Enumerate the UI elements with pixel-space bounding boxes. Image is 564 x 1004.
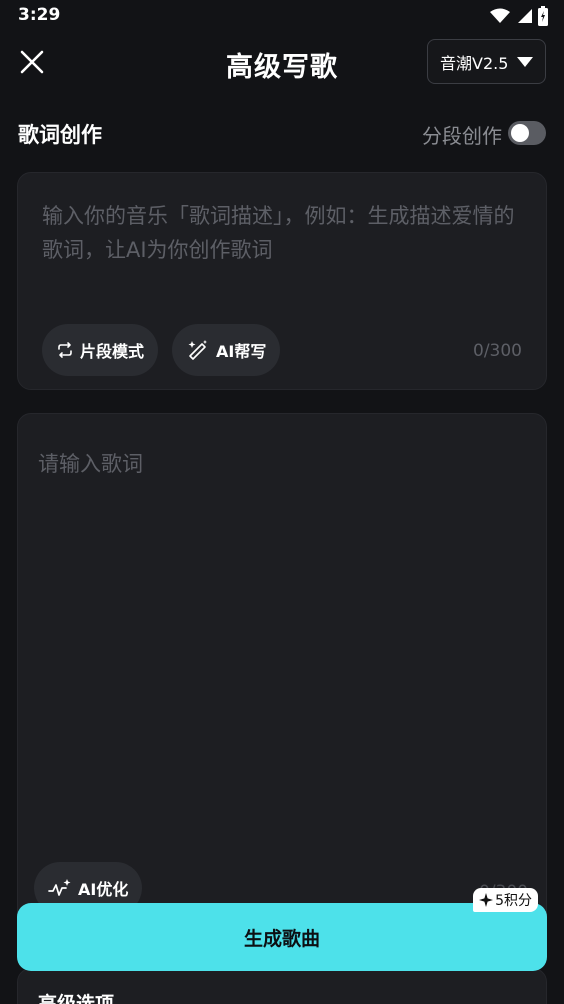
ai-optimize-label: AI优化: [78, 880, 129, 899]
advanced-options[interactable]: 高级选项: [17, 968, 547, 1004]
magic-pen-icon: [188, 340, 207, 360]
segment-toggle[interactable]: [508, 121, 546, 145]
wifi-icon: [490, 8, 510, 23]
points-badge: 5积分: [473, 888, 538, 912]
status-icons: [490, 6, 548, 26]
section-title: 歌词创作: [18, 123, 102, 147]
header: 高级写歌 音潮V2.5: [0, 34, 564, 90]
status-time: 3:29: [18, 5, 61, 25]
generate-label: 生成歌曲: [243, 927, 320, 950]
lyrics-input[interactable]: 请输入歌词: [38, 448, 143, 478]
description-input[interactable]: 输入你的音乐「歌词描述」，例如：生成描述爱情的歌词，让AI为你创作歌词: [42, 199, 532, 267]
status-bar: 3:29: [0, 0, 564, 32]
ai-write-label: AI帮写: [216, 342, 267, 361]
screen: 3:29 高级写歌 音潮V2.5 歌词创作 分段创作 输入你的音乐「歌词描述」，…: [0, 0, 564, 1004]
battery-icon: [538, 6, 548, 26]
lyrics-section-header: 歌词创作 分段创作: [0, 114, 564, 154]
points-label: 5积分: [495, 893, 532, 909]
model-select-value: 音潮V2.5: [440, 53, 509, 73]
segment-toggle-label: 分段创作: [422, 124, 502, 148]
model-select[interactable]: 音潮V2.5: [427, 39, 546, 84]
sparkle-icon: [479, 893, 494, 907]
segment-mode-label: 片段模式: [80, 342, 145, 361]
chevron-down-icon: [517, 57, 533, 67]
segment-mode-button[interactable]: 片段模式: [42, 324, 159, 376]
ai-write-button[interactable]: AI帮写: [172, 324, 281, 376]
description-card[interactable]: 输入你的音乐「歌词描述」，例如：生成描述爱情的歌词，让AI为你创作歌词 片段模式…: [17, 172, 547, 390]
generate-song-button[interactable]: 生成歌曲: [17, 903, 547, 971]
repeat-icon: [58, 342, 72, 358]
lyrics-card[interactable]: 请输入歌词 AI优化 0/300: [17, 413, 547, 933]
toggle-knob: [511, 124, 529, 142]
signal-icon: [518, 9, 532, 23]
advanced-title: 高级选项: [38, 993, 115, 1004]
description-counter: 0/300: [473, 341, 522, 361]
sparkle-wave-icon: [48, 879, 71, 896]
